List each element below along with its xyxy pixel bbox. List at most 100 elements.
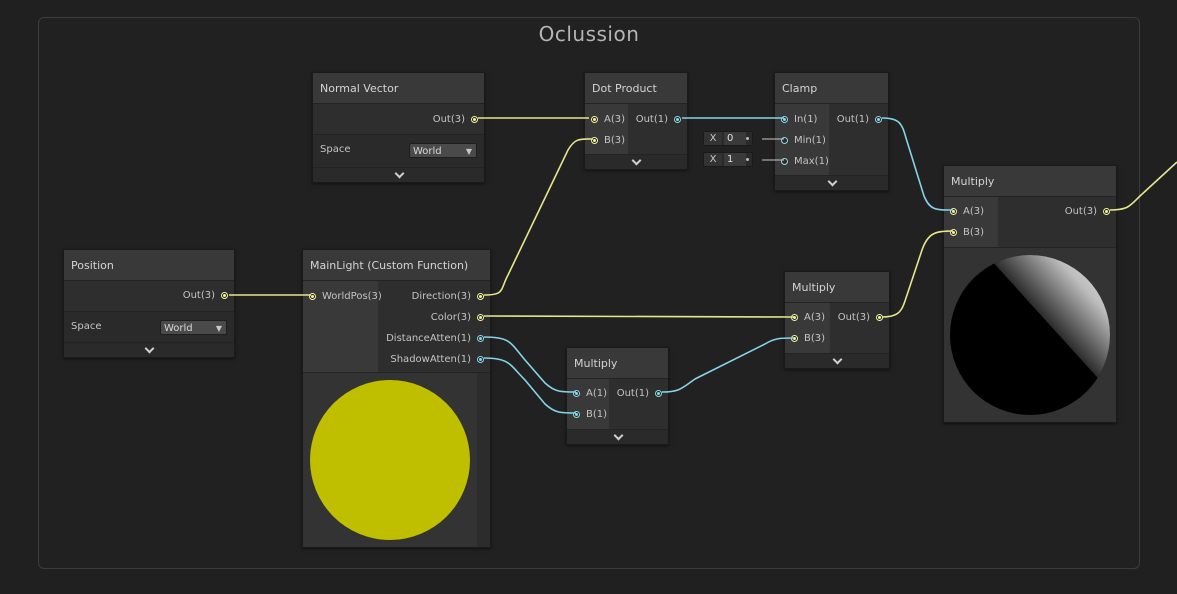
port-out[interactable]: Out(3) xyxy=(313,109,484,130)
port-out[interactable]: Out(3) xyxy=(830,307,889,328)
field-connector-icon xyxy=(746,137,749,140)
port-out-distance-atten[interactable]: DistanceAtten(1) xyxy=(378,328,490,349)
max-value-input[interactable]: 1 xyxy=(724,153,746,166)
collapse-toggle[interactable] xyxy=(585,155,687,169)
port-label: A(3) xyxy=(804,312,826,323)
node-normal-vector[interactable]: Normal Vector Out(3) Space World ▼ xyxy=(312,72,485,183)
collapse-toggle[interactable] xyxy=(313,168,484,182)
port-connector-icon[interactable] xyxy=(781,137,788,144)
node-position[interactable]: Position Out(3) Space World ▼ xyxy=(63,249,235,358)
port-connector-icon[interactable] xyxy=(221,292,228,299)
collapse-toggle[interactable] xyxy=(785,354,889,368)
port-in-b[interactable]: B(3) xyxy=(944,222,998,243)
port-connector-icon[interactable] xyxy=(950,229,957,236)
port-in-b[interactable]: B(1) xyxy=(567,404,609,425)
port-out-shadow-atten[interactable]: ShadowAtten(1) xyxy=(378,349,490,370)
node-preview xyxy=(944,248,1116,422)
port-in-worldpos[interactable]: WorldPos(3) xyxy=(303,286,382,307)
port-out[interactable]: Out(3) xyxy=(998,201,1116,222)
port-in-a[interactable]: A(1) xyxy=(567,383,609,404)
axis-label: X xyxy=(704,132,722,145)
node-main-light[interactable]: MainLight (Custom Function) WorldPos(3) … xyxy=(302,249,491,548)
port-label: Direction(3) xyxy=(411,291,471,302)
space-dropdown[interactable]: World ▼ xyxy=(160,320,227,335)
port-out[interactable]: Out(3) xyxy=(64,285,234,306)
port-in-a[interactable]: A(3) xyxy=(944,201,998,222)
node-title[interactable]: Multiply xyxy=(944,166,1116,197)
port-connector-icon[interactable] xyxy=(309,293,316,300)
port-connector-icon[interactable] xyxy=(477,314,484,321)
port-connector-icon[interactable] xyxy=(655,390,662,397)
collapse-toggle[interactable] xyxy=(64,343,234,357)
port-out[interactable]: Out(1) xyxy=(628,109,687,130)
port-in-b[interactable]: B(3) xyxy=(585,130,628,151)
node-title[interactable]: Multiply xyxy=(567,348,668,379)
port-label: Min(1) xyxy=(794,135,826,146)
port-label: A(3) xyxy=(604,114,626,125)
port-connector-icon[interactable] xyxy=(573,411,580,418)
collapse-toggle[interactable] xyxy=(567,430,668,444)
port-connector-icon[interactable] xyxy=(591,116,598,123)
port-connector-icon[interactable] xyxy=(950,208,957,215)
port-connector-icon[interactable] xyxy=(781,116,788,123)
port-connector-icon[interactable] xyxy=(573,390,580,397)
space-value: World xyxy=(164,323,193,334)
port-connector-icon[interactable] xyxy=(674,116,681,123)
port-label: A(1) xyxy=(586,388,608,399)
min-value-input[interactable]: 0 xyxy=(724,132,746,145)
port-in-a[interactable]: A(3) xyxy=(785,307,830,328)
port-connector-icon[interactable] xyxy=(791,335,798,342)
port-in-in[interactable]: In(1) xyxy=(775,109,829,130)
group-title[interactable]: Oclussion xyxy=(39,22,1139,46)
collapse-toggle[interactable] xyxy=(775,176,888,190)
node-title[interactable]: Position xyxy=(64,250,234,281)
clamp-max-field[interactable]: X 1 xyxy=(703,152,753,167)
chevron-down-icon xyxy=(827,176,837,187)
space-value: World xyxy=(413,146,442,157)
node-title[interactable]: Clamp xyxy=(775,73,888,104)
port-label: Color(3) xyxy=(430,312,471,323)
port-out-direction[interactable]: Direction(3) xyxy=(378,286,490,307)
node-clamp[interactable]: Clamp In(1) Min(1) Max(1) Out(1) xyxy=(774,72,889,191)
port-connector-icon[interactable] xyxy=(1103,208,1110,215)
port-label: B(3) xyxy=(963,227,985,238)
port-connector-icon[interactable] xyxy=(477,335,484,342)
chevron-down-icon xyxy=(631,155,642,166)
port-connector-icon[interactable] xyxy=(791,314,798,321)
clamp-min-field[interactable]: X 0 xyxy=(703,131,753,146)
field-connector-icon xyxy=(746,158,749,161)
port-label: Out(1) xyxy=(616,388,649,399)
chevron-down-icon xyxy=(613,430,623,441)
port-connector-icon[interactable] xyxy=(781,158,788,165)
node-title[interactable]: Multiply xyxy=(785,272,889,303)
port-label: Out(3) xyxy=(1064,206,1097,217)
node-multiply-final[interactable]: Multiply A(3) B(3) Out(3) xyxy=(943,165,1117,423)
port-in-max[interactable]: Max(1) xyxy=(775,151,829,172)
chevron-down-icon xyxy=(394,168,404,179)
port-label: A(3) xyxy=(963,206,985,217)
port-connector-icon[interactable] xyxy=(471,116,478,123)
chevron-down-icon xyxy=(144,343,155,354)
port-out-color[interactable]: Color(3) xyxy=(378,307,490,328)
node-title[interactable]: Normal Vector xyxy=(313,73,484,104)
node-multiply-atten[interactable]: Multiply A(1) B(1) Out(1) xyxy=(566,347,669,445)
port-out[interactable]: Out(1) xyxy=(609,383,668,404)
space-dropdown[interactable]: World ▼ xyxy=(409,143,477,158)
port-connector-icon[interactable] xyxy=(876,314,883,321)
node-title[interactable]: MainLight (Custom Function) xyxy=(303,250,490,281)
port-in-min[interactable]: Min(1) xyxy=(775,130,829,151)
port-connector-icon[interactable] xyxy=(477,293,484,300)
node-title[interactable]: Dot Product xyxy=(585,73,687,104)
port-in-a[interactable]: A(3) xyxy=(585,109,628,130)
port-connector-icon[interactable] xyxy=(477,356,484,363)
node-multiply-color[interactable]: Multiply A(3) B(3) Out(3) xyxy=(784,271,890,369)
port-connector-icon[interactable] xyxy=(591,137,598,144)
port-label: WorldPos(3) xyxy=(322,291,382,302)
port-in-b[interactable]: B(3) xyxy=(785,328,830,349)
dropdown-arrow-icon: ▼ xyxy=(215,324,222,333)
port-label: B(1) xyxy=(586,409,608,420)
node-dot-product[interactable]: Dot Product A(3) B(3) Out(1) xyxy=(584,72,688,170)
port-out[interactable]: Out(1) xyxy=(829,109,888,130)
port-connector-icon[interactable] xyxy=(875,116,882,123)
space-label: Space xyxy=(71,321,102,332)
